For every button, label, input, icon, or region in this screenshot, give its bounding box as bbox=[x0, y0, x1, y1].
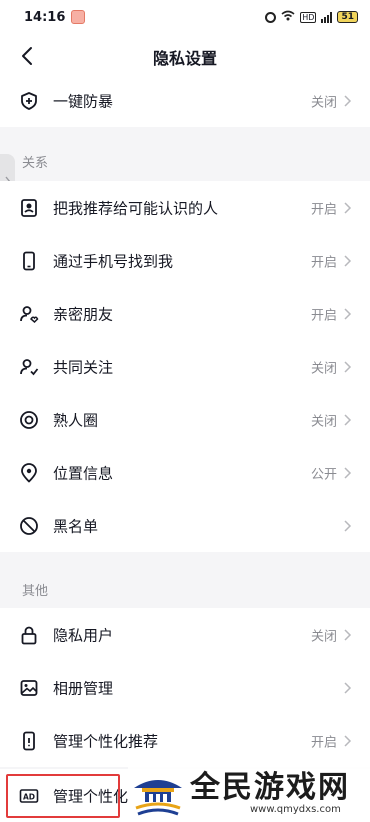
status-indicators: HD 51 bbox=[265, 10, 358, 24]
setting-value: 开启 bbox=[310, 202, 337, 217]
setting-row-private-user[interactable]: 隐私用户 关闭 bbox=[0, 608, 370, 661]
setting-label: 共同关注 bbox=[53, 358, 114, 376]
signal-icon bbox=[321, 11, 333, 23]
lock-icon bbox=[21, 626, 37, 644]
setting-row-location[interactable]: 位置信息 公开 bbox=[0, 446, 370, 499]
highlight-box bbox=[6, 774, 120, 818]
phone-settings-icon bbox=[23, 731, 35, 750]
close-friends-icon bbox=[20, 305, 39, 323]
app-notification-icon bbox=[71, 10, 86, 24]
setting-label: 通过手机号找到我 bbox=[53, 252, 174, 270]
setting-value: 开启 bbox=[310, 735, 337, 750]
setting-row-phone-find[interactable]: 通过手机号找到我 开启 bbox=[0, 234, 370, 287]
chevron-right-icon bbox=[344, 519, 352, 532]
setting-label: 熟人圈 bbox=[53, 411, 99, 429]
chevron-right-icon bbox=[344, 201, 352, 214]
status-bar: 14:16 HD 51 bbox=[0, 0, 370, 34]
status-time: 14:16 bbox=[24, 9, 66, 25]
setting-row-recommend[interactable]: 把我推荐给可能认识的人 开启 bbox=[0, 181, 370, 234]
setting-label: 隐私用户 bbox=[53, 626, 114, 644]
chevron-right-icon bbox=[344, 360, 352, 373]
setting-row-close-friends[interactable]: 亲密朋友 开启 bbox=[0, 287, 370, 340]
setting-label: 位置信息 bbox=[53, 464, 114, 482]
setting-row-anti-harassment[interactable]: 一键防暴 关闭 bbox=[0, 74, 370, 127]
section-title-relations: 关系 bbox=[22, 156, 49, 171]
chevron-right-icon bbox=[344, 734, 352, 747]
setting-row-acquaintance-circle[interactable]: 熟人圈 关闭 bbox=[0, 393, 370, 446]
chevron-right-icon bbox=[344, 681, 352, 694]
contact-card-icon bbox=[21, 198, 37, 217]
setting-label: 管理个性化推荐 bbox=[53, 732, 159, 750]
setting-label: 把我推荐给可能认识的人 bbox=[53, 199, 219, 217]
location-icon bbox=[21, 462, 37, 482]
setting-label: 相册管理 bbox=[53, 679, 114, 697]
section-title-others: 其他 bbox=[22, 584, 49, 599]
setting-label: 一键防暴 bbox=[53, 92, 114, 110]
setting-row-personalized-recommend[interactable]: 管理个性化推荐 开启 bbox=[0, 714, 370, 767]
chevron-right-icon bbox=[344, 628, 352, 641]
phone-icon bbox=[23, 251, 35, 270]
setting-value: 关闭 bbox=[310, 414, 337, 429]
battery-indicator: 51 bbox=[337, 11, 358, 23]
network-badge: HD bbox=[300, 11, 317, 23]
setting-value: 关闭 bbox=[310, 361, 337, 376]
setting-row-album[interactable]: 相册管理 bbox=[0, 661, 370, 714]
nav-bar: 隐私设置 bbox=[0, 34, 370, 78]
chevron-right-icon bbox=[344, 254, 352, 267]
watermark-url: www.qmydxs.com bbox=[250, 804, 341, 815]
setting-row-blacklist[interactable]: 黑名单 bbox=[0, 499, 370, 552]
chevron-right-icon bbox=[344, 413, 352, 426]
setting-value: 关闭 bbox=[310, 95, 337, 110]
setting-label: 黑名单 bbox=[53, 517, 99, 535]
setting-value: 关闭 bbox=[310, 629, 337, 644]
setting-row-mutual-follow[interactable]: 共同关注 关闭 bbox=[0, 340, 370, 393]
chevron-right-icon bbox=[344, 466, 352, 479]
wifi-icon bbox=[281, 10, 295, 24]
circle-icon bbox=[20, 410, 38, 429]
watermark-title: 全民游戏网 bbox=[190, 770, 350, 805]
watermark: 全民游戏网 www.qmydxs.com bbox=[128, 765, 370, 822]
setting-value: 开启 bbox=[310, 308, 337, 323]
setting-value: 公开 bbox=[310, 467, 337, 482]
chevron-right-icon bbox=[344, 94, 352, 107]
shield-plus-icon bbox=[21, 91, 37, 110]
setting-value: 开启 bbox=[310, 255, 337, 270]
setting-label: 亲密朋友 bbox=[53, 305, 114, 323]
alarm-icon bbox=[265, 11, 277, 23]
image-icon bbox=[20, 679, 38, 696]
page-title: 隐私设置 bbox=[152, 49, 217, 68]
block-icon bbox=[20, 516, 38, 535]
mutual-follow-icon bbox=[20, 358, 39, 375]
temple-logo-icon bbox=[134, 779, 182, 815]
chevron-right-icon bbox=[344, 307, 352, 320]
